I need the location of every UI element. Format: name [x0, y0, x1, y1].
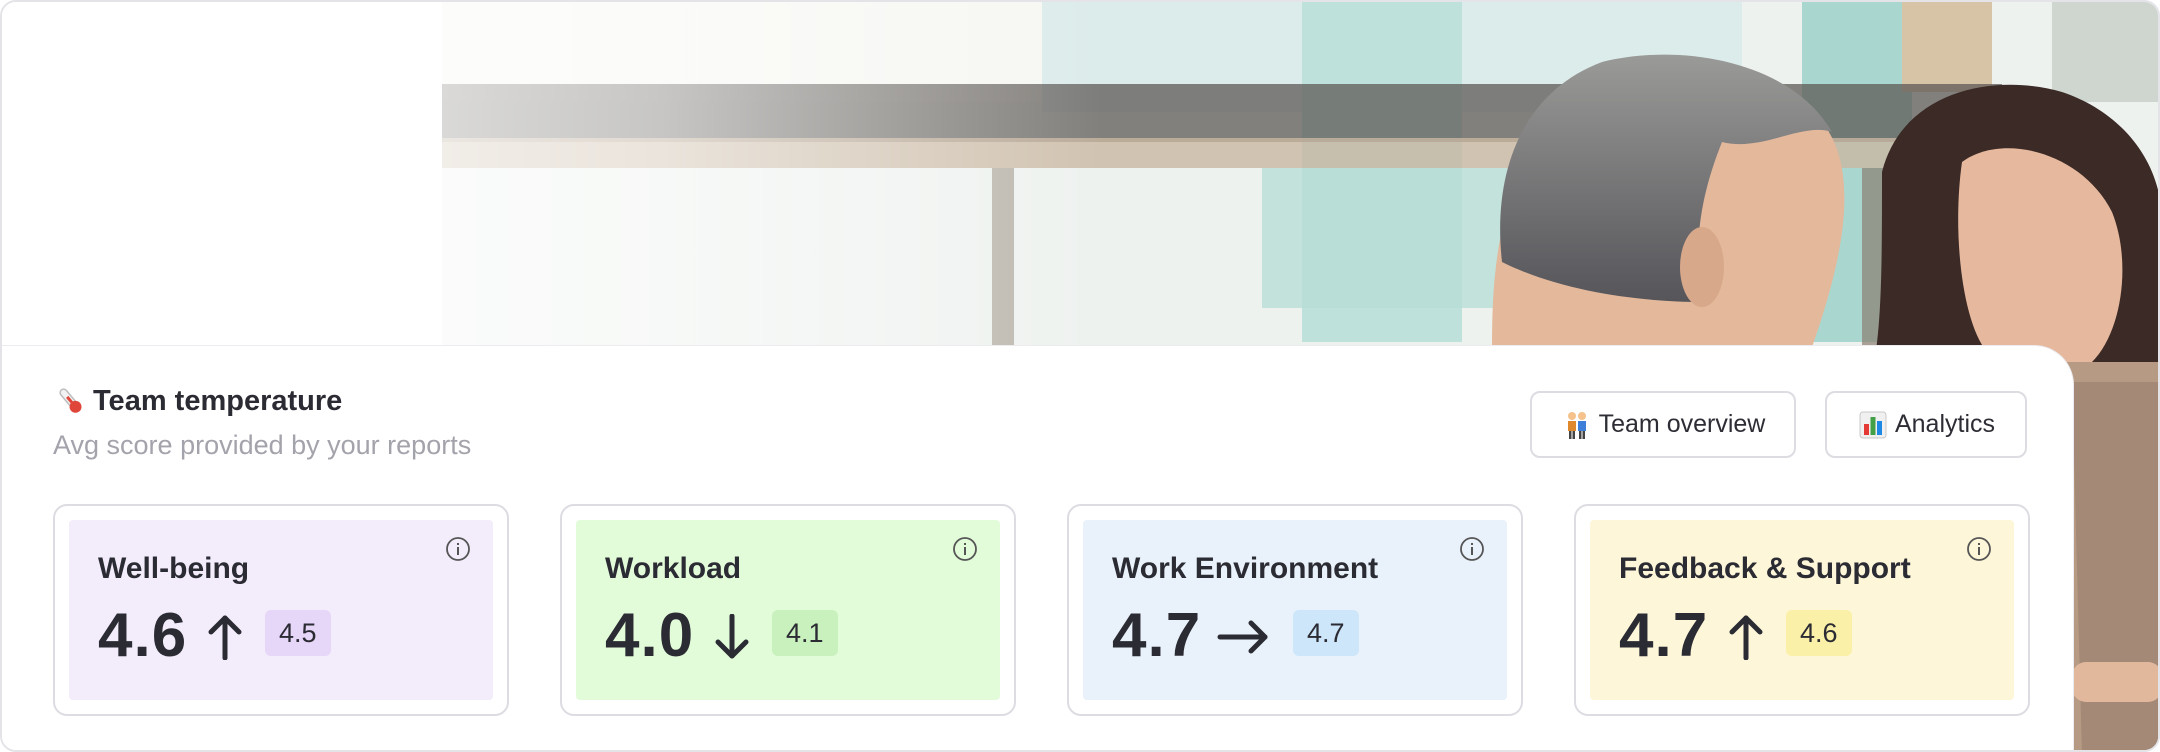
metric-score: 4.7 — [1619, 601, 1709, 670]
metric-card-body: Well-being 4.6 4.5 — [69, 520, 493, 700]
metric-label: Feedback & Support — [1619, 552, 1911, 585]
team-overview-label: Team overview — [1598, 410, 1766, 438]
arrow-up-icon — [1726, 614, 1766, 661]
panel-subtitle: Avg score provided by your reports — [53, 430, 472, 460]
info-icon[interactable] — [1966, 536, 1992, 562]
team-overview-button[interactable]: Team overview — [1530, 391, 1796, 458]
metric-score: 4.7 — [1112, 601, 1202, 670]
info-icon[interactable] — [1459, 536, 1485, 562]
metric-card-feedback-support[interactable]: Feedback & Support 4.7 4.6 — [1574, 504, 2030, 716]
metric-label: Work Environment — [1112, 552, 1379, 585]
people-icon — [1561, 409, 1593, 441]
metric-label: Well-being — [98, 552, 250, 585]
metric-previous-badge: 4.1 — [772, 610, 838, 656]
analytics-label: Analytics — [1894, 410, 1996, 438]
arrow-right-icon — [1217, 614, 1271, 660]
team-temperature-panel: Team temperature Avg score provided by y… — [2, 345, 2074, 750]
metric-card-work-environment[interactable]: Work Environment 4.7 4.7 — [1067, 504, 1523, 716]
metric-card-body: Workload 4.0 4.1 — [576, 520, 1000, 700]
metric-score: 4.0 — [605, 601, 695, 670]
arrow-down-icon — [712, 613, 752, 660]
bar-chart-icon — [1857, 409, 1889, 441]
panel-title-text: Team temperature — [93, 384, 343, 417]
thermometer-icon — [53, 384, 87, 418]
metric-label: Workload — [605, 552, 742, 585]
metric-previous-badge: 4.5 — [265, 610, 331, 656]
metric-score: 4.6 — [98, 601, 188, 670]
info-icon[interactable] — [445, 536, 471, 562]
metric-card-well-being[interactable]: Well-being 4.6 4.5 — [53, 504, 509, 716]
arrow-up-icon — [205, 614, 245, 661]
analytics-button[interactable]: Analytics — [1825, 391, 2027, 458]
metric-card-body: Work Environment 4.7 4.7 — [1083, 520, 1507, 700]
team-temperature-widget: Team temperature Avg score provided by y… — [0, 0, 2160, 752]
metric-card-body: Feedback & Support 4.7 4.6 — [1590, 520, 2014, 700]
info-icon[interactable] — [952, 536, 978, 562]
metric-card-workload[interactable]: Workload 4.0 4.1 — [560, 504, 1016, 716]
metric-previous-badge: 4.6 — [1786, 610, 1852, 656]
panel-title: Team temperature — [53, 384, 342, 418]
metric-previous-badge: 4.7 — [1293, 610, 1359, 656]
